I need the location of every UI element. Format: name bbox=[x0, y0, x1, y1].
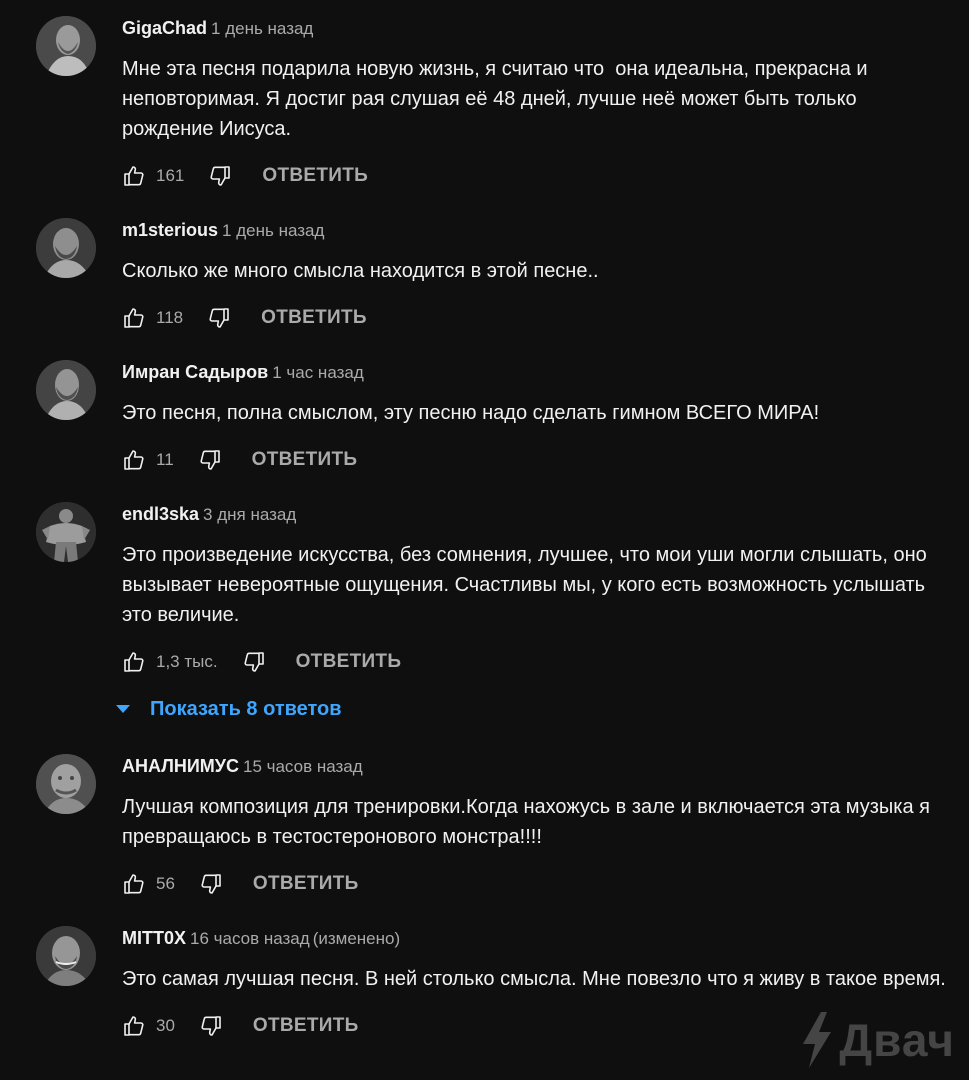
reply-button[interactable]: ОТВЕТИТЬ bbox=[262, 165, 368, 187]
like-count: 161 bbox=[156, 166, 185, 185]
avatar[interactable] bbox=[36, 754, 96, 814]
comment-body: GigaChad 1 день назад Мне эта песня подар… bbox=[122, 16, 952, 194]
like-icon bbox=[124, 308, 144, 328]
comment-actions: 161 ОТВЕТИТЬ bbox=[118, 158, 952, 194]
comment-time[interactable]: 15 часов назад bbox=[243, 757, 363, 776]
reply-button[interactable]: ОТВЕТИТЬ bbox=[296, 651, 402, 673]
edited-label: (изменено) bbox=[312, 929, 401, 948]
comment-body: endl3ska 3 дня назад Это произведение иск… bbox=[116, 502, 952, 724]
comment-text: Это песня, полна смыслом, эту песню надо… bbox=[122, 402, 820, 424]
dislike-button[interactable] bbox=[195, 1010, 227, 1042]
dislike-icon bbox=[201, 1016, 221, 1036]
like-count: 118 bbox=[156, 308, 184, 327]
like-button[interactable] bbox=[118, 160, 150, 192]
dislike-icon bbox=[210, 166, 231, 186]
comment-body: m1sterious 1 день назад Сколько же много … bbox=[122, 218, 952, 336]
watermark: Двач bbox=[799, 1012, 955, 1068]
comment-text: Это произведение искусства, без сомнения… bbox=[122, 544, 933, 626]
comment-time[interactable]: 1 день назад bbox=[211, 19, 313, 38]
like-icon bbox=[124, 1016, 144, 1036]
like-button[interactable] bbox=[118, 444, 150, 476]
like-count: 56 bbox=[156, 874, 175, 893]
reply-button[interactable]: ОТВЕТИТЬ bbox=[253, 1015, 359, 1037]
like-button[interactable] bbox=[118, 302, 150, 334]
like-count: 11 bbox=[156, 450, 174, 469]
comment-time[interactable]: 3 дня назад bbox=[203, 505, 296, 524]
comment-header: АНАЛНИМУС 15 часов назад bbox=[122, 754, 952, 778]
reply-button[interactable]: ОТВЕТИТЬ bbox=[253, 873, 359, 895]
author-name[interactable]: Имран Садыров bbox=[122, 362, 268, 382]
avatar[interactable] bbox=[36, 360, 96, 420]
like-button[interactable] bbox=[118, 646, 150, 678]
bolt-icon bbox=[803, 1012, 832, 1068]
comment-header: m1sterious 1 день назад bbox=[122, 218, 952, 242]
like-icon bbox=[124, 166, 144, 186]
dislike-icon bbox=[200, 450, 220, 470]
comment-time[interactable]: 16 часов назад bbox=[190, 929, 310, 948]
comment-body: АНАЛНИМУС 15 часов назад Лучшая композици… bbox=[122, 754, 952, 902]
like-button[interactable] bbox=[118, 868, 150, 900]
dislike-button[interactable] bbox=[194, 444, 226, 476]
author-name[interactable]: АНАЛНИМУС bbox=[122, 756, 239, 776]
author-name[interactable]: GigaChad bbox=[122, 18, 207, 38]
like-icon bbox=[124, 652, 144, 672]
comment-text: Мне эта песня подарила новую жизнь, я сч… bbox=[122, 58, 874, 140]
show-replies-button[interactable]: Показать 8 ответов bbox=[116, 694, 952, 724]
comment-time[interactable]: 1 день назад bbox=[222, 221, 324, 240]
dislike-button[interactable] bbox=[195, 868, 227, 900]
avatar[interactable] bbox=[36, 926, 96, 986]
dislike-icon bbox=[244, 652, 264, 672]
comment-text: Это самая лучшая песня. В ней столько см… bbox=[122, 968, 946, 990]
author-name[interactable]: endl3ska bbox=[122, 504, 199, 524]
comment-header: MITT0X 16 часов назад (изменено) bbox=[122, 926, 952, 950]
caret-down-icon bbox=[116, 705, 130, 713]
comment-actions: 118 ОТВЕТИТЬ bbox=[118, 300, 952, 336]
dislike-button[interactable] bbox=[238, 646, 270, 678]
reply-button[interactable]: ОТВЕТИТЬ bbox=[261, 307, 367, 329]
avatar[interactable] bbox=[36, 502, 96, 562]
avatar[interactable] bbox=[36, 218, 96, 278]
comment-header: endl3ska 3 дня назад bbox=[122, 502, 952, 526]
like-button[interactable] bbox=[118, 1010, 150, 1042]
author-name[interactable]: MITT0X bbox=[122, 928, 186, 948]
comment-text: Сколько же много смысла находится в этой… bbox=[122, 260, 599, 282]
reply-button[interactable]: ОТВЕТИТЬ bbox=[252, 449, 358, 471]
comment-actions: 56 ОТВЕТИТЬ bbox=[118, 866, 952, 902]
dislike-icon bbox=[201, 874, 221, 894]
comment-body: Имран Садыров 1 час назад Это песня, полн… bbox=[122, 360, 952, 478]
like-icon bbox=[124, 874, 144, 894]
comment-text: Лучшая композиция для тренировки.Когда н… bbox=[122, 796, 936, 848]
comment-actions: 1,3 тыс. ОТВЕТИТЬ bbox=[118, 644, 952, 680]
dislike-button[interactable] bbox=[204, 160, 236, 192]
comment-header: GigaChad 1 день назад bbox=[122, 16, 952, 40]
comment-time[interactable]: 1 час назад bbox=[272, 363, 364, 382]
like-count: 1,3 тыс. bbox=[156, 652, 218, 671]
like-icon bbox=[124, 450, 144, 470]
comment-actions: 11 ОТВЕТИТЬ bbox=[118, 442, 952, 478]
like-count: 30 bbox=[156, 1016, 175, 1035]
watermark-text: Двач bbox=[839, 1014, 955, 1066]
comment-header: Имран Садыров 1 час назад bbox=[122, 360, 952, 384]
dislike-icon bbox=[209, 308, 229, 328]
dislike-button[interactable] bbox=[203, 302, 235, 334]
show-replies-label: Показать 8 ответов bbox=[150, 697, 342, 720]
author-name[interactable]: m1sterious bbox=[122, 220, 218, 240]
avatar[interactable] bbox=[36, 16, 96, 76]
